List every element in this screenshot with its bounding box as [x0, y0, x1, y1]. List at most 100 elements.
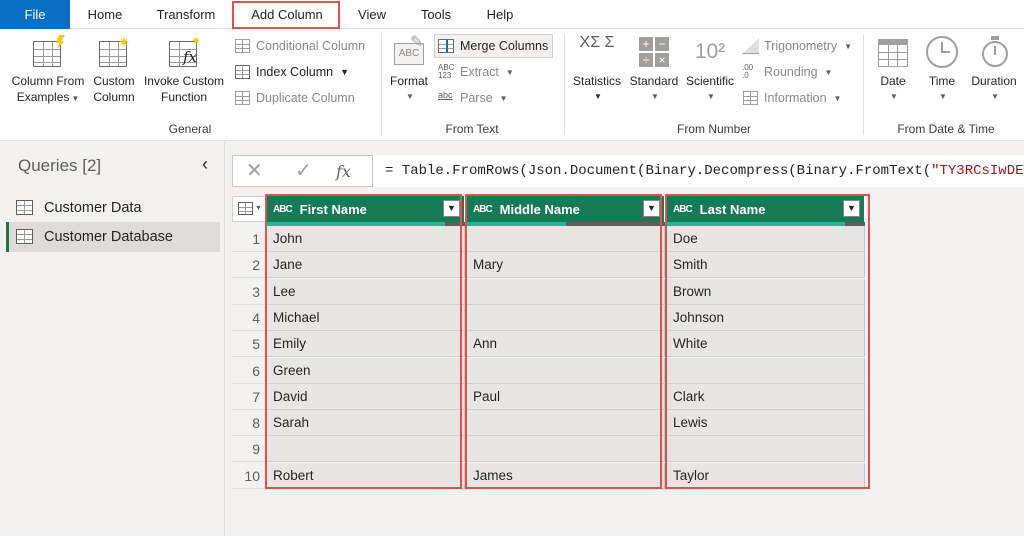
formula-string: "TY3RCsIwDEX: [931, 163, 1024, 179]
filter-dropdown-icon[interactable]: ▼: [843, 200, 860, 217]
table-cell[interactable]: Robert: [267, 462, 465, 489]
text-type-icon[interactable]: ABC: [673, 204, 693, 215]
table-cell[interactable]: Smith: [667, 252, 865, 279]
query-item-customer-data[interactable]: Customer Data: [6, 193, 220, 223]
trigonometry-label: Trigonometry: [764, 39, 838, 53]
commit-icon[interactable]: ✓: [295, 158, 312, 183]
table-cell[interactable]: Johnson: [667, 304, 865, 331]
table-cell[interactable]: Michael: [267, 304, 465, 331]
table-menu-button[interactable]: ▼: [232, 196, 266, 222]
row-number[interactable]: 1: [232, 226, 266, 252]
duplicate-column-icon: [234, 90, 251, 106]
date-dropdown-icon: ▼: [890, 92, 898, 101]
table-cell[interactable]: [467, 436, 665, 463]
table-cell[interactable]: Taylor: [667, 462, 865, 489]
format-button[interactable]: ABC ✎ Format ▼: [386, 33, 432, 105]
text-type-icon[interactable]: ABC: [273, 204, 293, 215]
row-number[interactable]: 9: [232, 436, 266, 463]
statistics-dropdown-icon: ▼: [594, 92, 602, 101]
tab-transform[interactable]: Transform: [148, 0, 224, 29]
tab-file[interactable]: File: [0, 0, 70, 29]
column-header-middle-name[interactable]: ABC Middle Name ▼: [467, 196, 665, 222]
table-cell[interactable]: Clark: [667, 383, 865, 410]
table-cell[interactable]: [467, 304, 665, 331]
standard-button[interactable]: + − ÷ × Standard ▼: [626, 33, 682, 105]
table-cell[interactable]: Jane: [267, 252, 465, 279]
table-cell[interactable]: Ann: [467, 331, 665, 358]
format-dropdown-icon: ▼: [406, 92, 414, 101]
extract-label: Extract: [460, 65, 499, 79]
parse-button[interactable]: abc Parse ▼: [438, 87, 508, 109]
formula-input[interactable]: = Table.FromRows(Json.Document(Binary.De…: [372, 155, 1024, 187]
rounding-button[interactable]: .00.0 Rounding ▼: [742, 61, 832, 83]
row-number[interactable]: 4: [232, 304, 266, 331]
tab-help[interactable]: Help: [478, 0, 522, 29]
invoke-function-icon: fx ✷: [167, 35, 201, 69]
column-header-label: First Name: [299, 201, 367, 217]
duration-button[interactable]: Duration ▼: [966, 33, 1022, 105]
duplicate-column-button[interactable]: Duplicate Column: [234, 87, 355, 109]
custom-column-button[interactable]: ✷ Custom Column: [90, 33, 138, 105]
table-cell[interactable]: Sarah: [267, 410, 465, 437]
row-number[interactable]: 7: [232, 383, 266, 410]
conditional-column-icon: [234, 38, 251, 54]
cancel-icon[interactable]: ✕: [246, 158, 263, 183]
parse-label: Parse: [460, 91, 493, 105]
table-cell[interactable]: Doe: [667, 226, 865, 252]
row-number[interactable]: 10: [232, 462, 266, 489]
date-button[interactable]: Date ▼: [870, 33, 916, 105]
merge-columns-button[interactable]: Merge Columns: [434, 34, 554, 58]
fx-icon[interactable]: fx: [336, 162, 351, 181]
table-cell[interactable]: Mary: [467, 252, 665, 279]
filter-dropdown-icon[interactable]: ▼: [643, 200, 660, 217]
table-cell[interactable]: David: [267, 383, 465, 410]
group-title-from-text: From Text: [445, 122, 499, 136]
table-cell[interactable]: [467, 278, 665, 305]
collapse-chevron-icon[interactable]: ‹: [202, 154, 208, 175]
table-cell[interactable]: Green: [267, 357, 465, 384]
conditional-column-button[interactable]: Conditional Column: [234, 35, 365, 57]
column-from-examples-button[interactable]: Column From Examples ▼: [6, 33, 90, 107]
tab-view[interactable]: View: [350, 0, 394, 29]
row-number[interactable]: 3: [232, 278, 266, 305]
table-cell[interactable]: Lewis: [667, 410, 865, 437]
extract-button[interactable]: ABC 123 Extract ▼: [438, 61, 514, 83]
table-cell[interactable]: Brown: [667, 278, 865, 305]
table-cell[interactable]: Lee: [267, 278, 465, 305]
text-type-icon[interactable]: ABC: [473, 204, 493, 215]
tab-tools[interactable]: Tools: [412, 0, 460, 29]
information-button[interactable]: Information ▼: [742, 87, 841, 109]
standard-icon: + − ÷ ×: [637, 35, 671, 69]
table-cell[interactable]: [467, 226, 665, 252]
tab-add-column[interactable]: Add Column: [238, 0, 336, 29]
table-cell[interactable]: White: [667, 331, 865, 358]
time-button[interactable]: Time ▼: [920, 33, 964, 105]
table-cell[interactable]: [267, 436, 465, 463]
table-cell[interactable]: John: [267, 226, 465, 252]
filter-dropdown-icon[interactable]: ▼: [443, 200, 460, 217]
table-cell[interactable]: [667, 357, 865, 384]
column-header-first-name[interactable]: ABC First Name ▼: [267, 196, 465, 222]
format-icon: ABC ✎: [392, 35, 426, 69]
column-from-examples-icon: [31, 35, 65, 69]
trigonometry-button[interactable]: Trigonometry ▼: [742, 35, 852, 57]
table-cell[interactable]: Emily: [267, 331, 465, 358]
query-item-customer-database[interactable]: Customer Database: [6, 222, 220, 252]
queries-pane: Queries [2] ‹ Customer Data Customer Dat…: [0, 142, 225, 536]
custom-column-label-1: Custom: [93, 74, 135, 88]
row-number[interactable]: 8: [232, 410, 266, 437]
index-column-button[interactable]: Index Column ▼: [234, 61, 349, 83]
table-cell[interactable]: [467, 410, 665, 437]
column-header-last-name[interactable]: ABC Last Name ▼: [667, 196, 865, 222]
invoke-custom-function-button[interactable]: fx ✷ Invoke Custom Function: [140, 33, 228, 105]
tab-home[interactable]: Home: [78, 0, 132, 29]
table-cell[interactable]: [467, 357, 665, 384]
row-number[interactable]: 5: [232, 331, 266, 358]
statistics-button[interactable]: XΣ Σ Statistics ▼: [568, 33, 626, 105]
table-cell[interactable]: [667, 436, 865, 463]
row-number[interactable]: 6: [232, 357, 266, 384]
table-cell[interactable]: Paul: [467, 383, 665, 410]
row-number[interactable]: 2: [232, 252, 266, 279]
scientific-button[interactable]: 10² Scientific ▼: [682, 33, 738, 105]
table-cell[interactable]: James: [467, 462, 665, 489]
